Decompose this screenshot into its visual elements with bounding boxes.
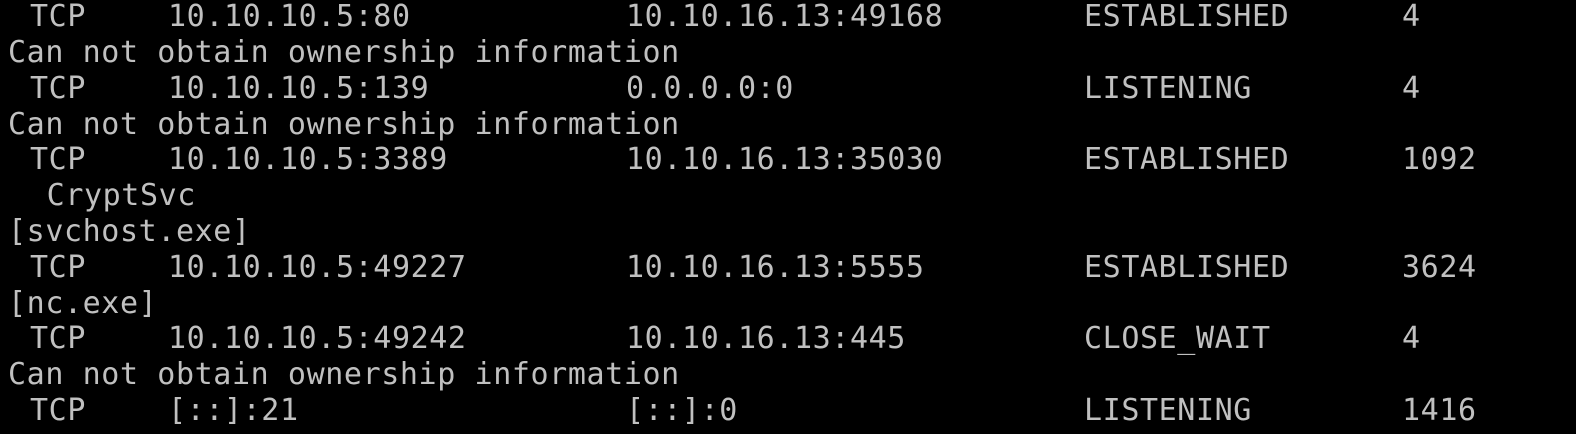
foreign-address: 0.0.0.0:0	[626, 71, 794, 106]
process-id: 1416	[1402, 393, 1477, 428]
connection-state: CLOSE_WAIT	[1084, 321, 1271, 356]
protocol: TCP	[30, 0, 86, 34]
connection-state: ESTABLISHED	[1084, 250, 1290, 285]
executable-name: [nc.exe]	[8, 286, 158, 321]
process-id: 4	[1402, 321, 1421, 356]
ownership-message: Can not obtain ownership information	[0, 107, 679, 143]
executable-line: [nc.exe]	[0, 286, 157, 322]
protocol: TCP	[30, 321, 86, 356]
local-address: 10.10.10.5:3389	[168, 142, 448, 177]
foreign-address: 10.10.16.13:445	[626, 321, 906, 356]
service-name-line: CryptSvc	[0, 178, 196, 214]
connection-row: TCP 10.10.10.5:49227 10.10.16.13:5555 ES…	[0, 250, 1476, 286]
foreign-address: 10.10.16.13:35030	[626, 142, 944, 177]
foreign-address: [::]:0	[626, 393, 738, 428]
executable-line: [svchost.exe]	[0, 214, 250, 250]
local-address: 10.10.10.5:139	[168, 71, 430, 106]
process-id: 4	[1402, 71, 1421, 106]
protocol: TCP	[30, 142, 86, 177]
ownership-message: Can not obtain ownership information	[0, 357, 679, 393]
message-text: Can not obtain ownership information	[8, 357, 680, 392]
protocol: TCP	[30, 71, 86, 106]
terminal-window[interactable]: TCP 10.10.10.5:80 10.10.16.13:49168 ESTA…	[0, 0, 1576, 434]
connection-state: LISTENING	[1084, 71, 1252, 106]
connection-state: LISTENING	[1084, 393, 1252, 428]
connection-row: TCP 10.10.10.5:3389 10.10.16.13:35030 ES…	[0, 142, 1476, 178]
connection-row: TCP [::]:21 [::]:0 LISTENING 1416	[0, 393, 1476, 429]
ownership-message: Can not obtain ownership information	[0, 35, 679, 71]
protocol: TCP	[30, 250, 86, 285]
message-text: Can not obtain ownership information	[8, 35, 680, 70]
process-id: 3624	[1402, 250, 1477, 285]
connection-row: TCP 10.10.10.5:80 10.10.16.13:49168 ESTA…	[0, 0, 1420, 35]
foreign-address: 10.10.16.13:5555	[626, 250, 925, 285]
connection-row: TCP 10.10.10.5:49242 10.10.16.13:445 CLO…	[0, 321, 1420, 357]
local-address: 10.10.10.5:49227	[168, 250, 467, 285]
process-id: 4	[1402, 0, 1421, 34]
local-address: 10.10.10.5:49242	[168, 321, 467, 356]
service-name: CryptSvc	[28, 178, 196, 213]
message-text: Can not obtain ownership information	[8, 107, 680, 142]
process-id: 1092	[1402, 142, 1477, 177]
foreign-address: 10.10.16.13:49168	[626, 0, 944, 34]
local-address: 10.10.10.5:80	[168, 0, 411, 34]
protocol: TCP	[30, 393, 86, 428]
connection-state: ESTABLISHED	[1084, 0, 1290, 34]
local-address: [::]:21	[168, 393, 299, 428]
connection-state: ESTABLISHED	[1084, 142, 1290, 177]
executable-name: [svchost.exe]	[8, 214, 251, 249]
connection-row: TCP 10.10.10.5:139 0.0.0.0:0 LISTENING 4	[0, 71, 1420, 107]
